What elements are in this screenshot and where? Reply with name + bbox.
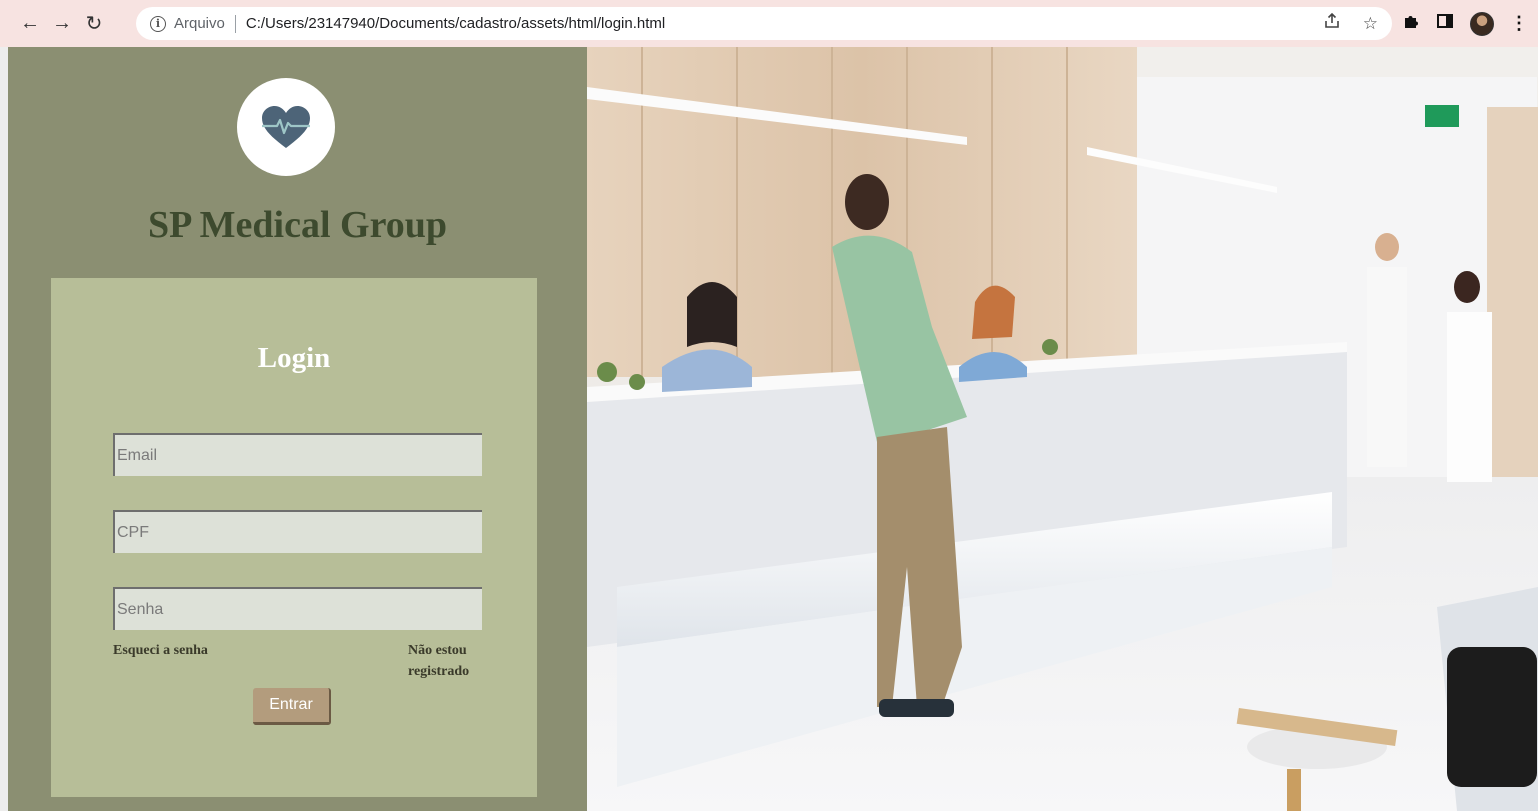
login-submit-button[interactable]: Entrar bbox=[253, 688, 331, 725]
info-icon[interactable]: i bbox=[150, 15, 166, 32]
puzzle-icon[interactable] bbox=[1402, 12, 1420, 35]
login-sidebar: SP Medical Group Login Esqueci a senha N… bbox=[8, 47, 587, 811]
omnibox-actions: ☆ bbox=[1323, 7, 1378, 40]
share-icon[interactable] bbox=[1323, 12, 1341, 35]
login-card: Login Esqueci a senha Não estou registra… bbox=[51, 278, 537, 797]
logo bbox=[237, 78, 335, 176]
address-bar[interactable]: i Arquivo C:/Users/23147940/Documents/ca… bbox=[136, 7, 1392, 40]
login-title: Login bbox=[257, 342, 331, 374]
register-link[interactable]: Não estou registrado bbox=[408, 640, 488, 682]
forward-arrow-icon[interactable]: → bbox=[46, 8, 78, 40]
star-icon[interactable]: ☆ bbox=[1363, 14, 1378, 34]
url-text[interactable]: C:/Users/23147940/Documents/cadastro/ass… bbox=[246, 15, 665, 32]
sidebar-icon[interactable] bbox=[1436, 12, 1454, 35]
clinic-reception-photo bbox=[587, 47, 1538, 811]
brand-title: SP Medical Group bbox=[147, 204, 448, 246]
extensions-area: ⋮ bbox=[1402, 7, 1528, 40]
back-arrow-icon[interactable]: ← bbox=[14, 8, 46, 40]
email-input[interactable] bbox=[113, 433, 482, 476]
cpf-input[interactable] bbox=[113, 510, 482, 553]
reload-icon[interactable]: ↻ bbox=[78, 8, 110, 40]
profile-avatar[interactable] bbox=[1470, 11, 1494, 36]
heart-pulse-icon bbox=[262, 106, 310, 148]
reception-illustration bbox=[587, 47, 1538, 811]
more-menu-icon[interactable]: ⋮ bbox=[1510, 13, 1528, 34]
password-input[interactable] bbox=[113, 587, 482, 630]
address-divider bbox=[234, 14, 236, 33]
browser-toolbar: ← → ↻ i Arquivo C:/Users/23147940/Docume… bbox=[0, 0, 1538, 47]
forgot-password-link[interactable]: Esqueci a senha bbox=[113, 640, 208, 661]
scheme-label: Arquivo bbox=[174, 15, 225, 32]
